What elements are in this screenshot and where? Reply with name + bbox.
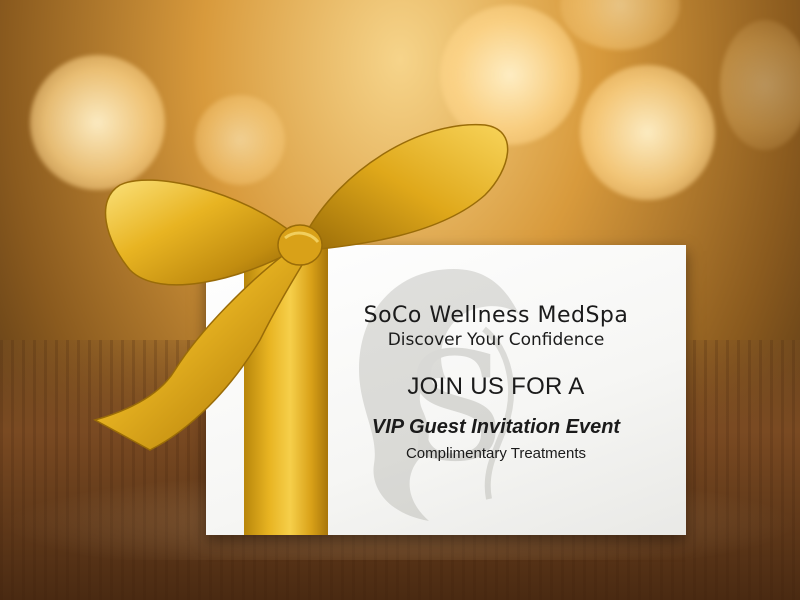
invitation-photo: S SoCo Wellness MedSpa Discover Your Con… (0, 0, 800, 600)
bokeh-light (560, 0, 680, 50)
ribbon-bow-icon (93, 123, 509, 451)
bokeh-light (720, 20, 800, 150)
bokeh-light (580, 65, 715, 200)
